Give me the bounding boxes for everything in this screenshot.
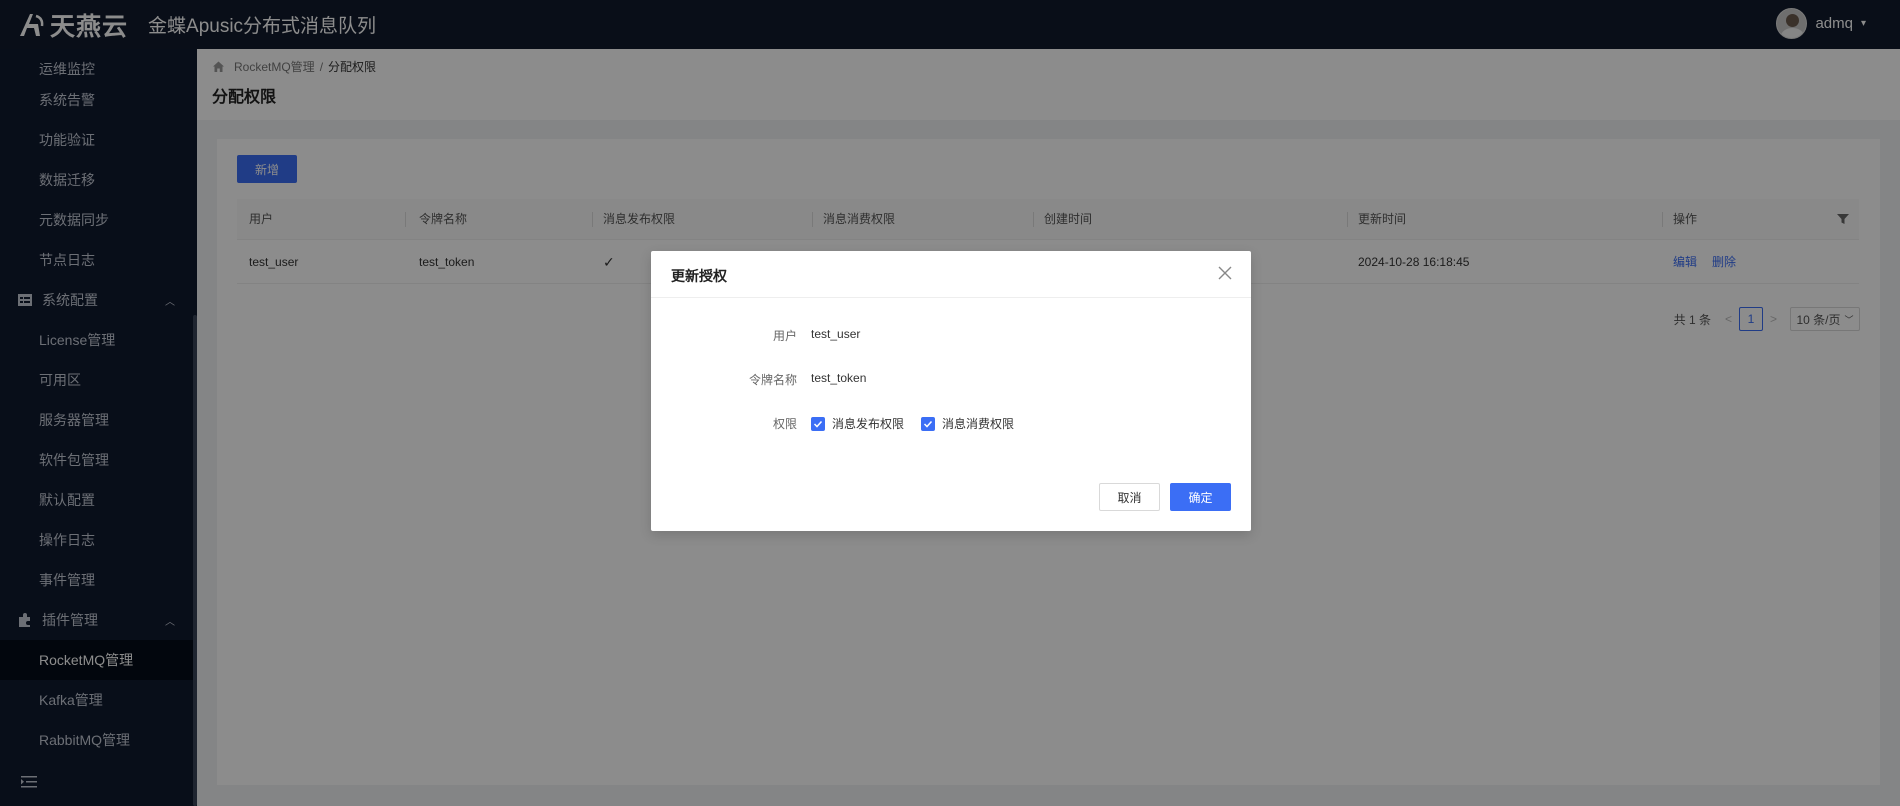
user-value: test_user [811,327,861,341]
form-row-token: 令牌名称 test_token [651,371,1251,391]
token-value: test_token [811,371,867,385]
token-label: 令牌名称 [748,373,797,387]
close-icon[interactable] [1217,265,1233,281]
user-label: 用户 [772,329,797,343]
confirm-button[interactable]: 确定 [1170,483,1231,511]
modal-title: 更新授权 [671,268,727,284]
checkbox-checked-icon[interactable] [921,416,935,431]
modal-header: 更新授权 [651,251,1251,298]
checkbox-checked-icon[interactable] [811,416,825,431]
update-auth-modal: 更新授权 用户 test_user 令牌名称 test_token 权限 消息发… [651,251,1251,531]
form-row-permissions: 权限 消息发布权限 消息消费权限 [651,415,1251,435]
consume-checkbox[interactable]: 消息消费权限 [921,415,1014,432]
form-row-user: 用户 test_user [651,327,1251,347]
consume-checkbox-label[interactable]: 消息消费权限 [942,415,1014,432]
publish-checkbox[interactable]: 消息发布权限 [811,415,904,432]
permission-label: 权限 [772,417,797,431]
cancel-button[interactable]: 取消 [1099,483,1160,511]
publish-checkbox-label[interactable]: 消息发布权限 [832,415,904,432]
